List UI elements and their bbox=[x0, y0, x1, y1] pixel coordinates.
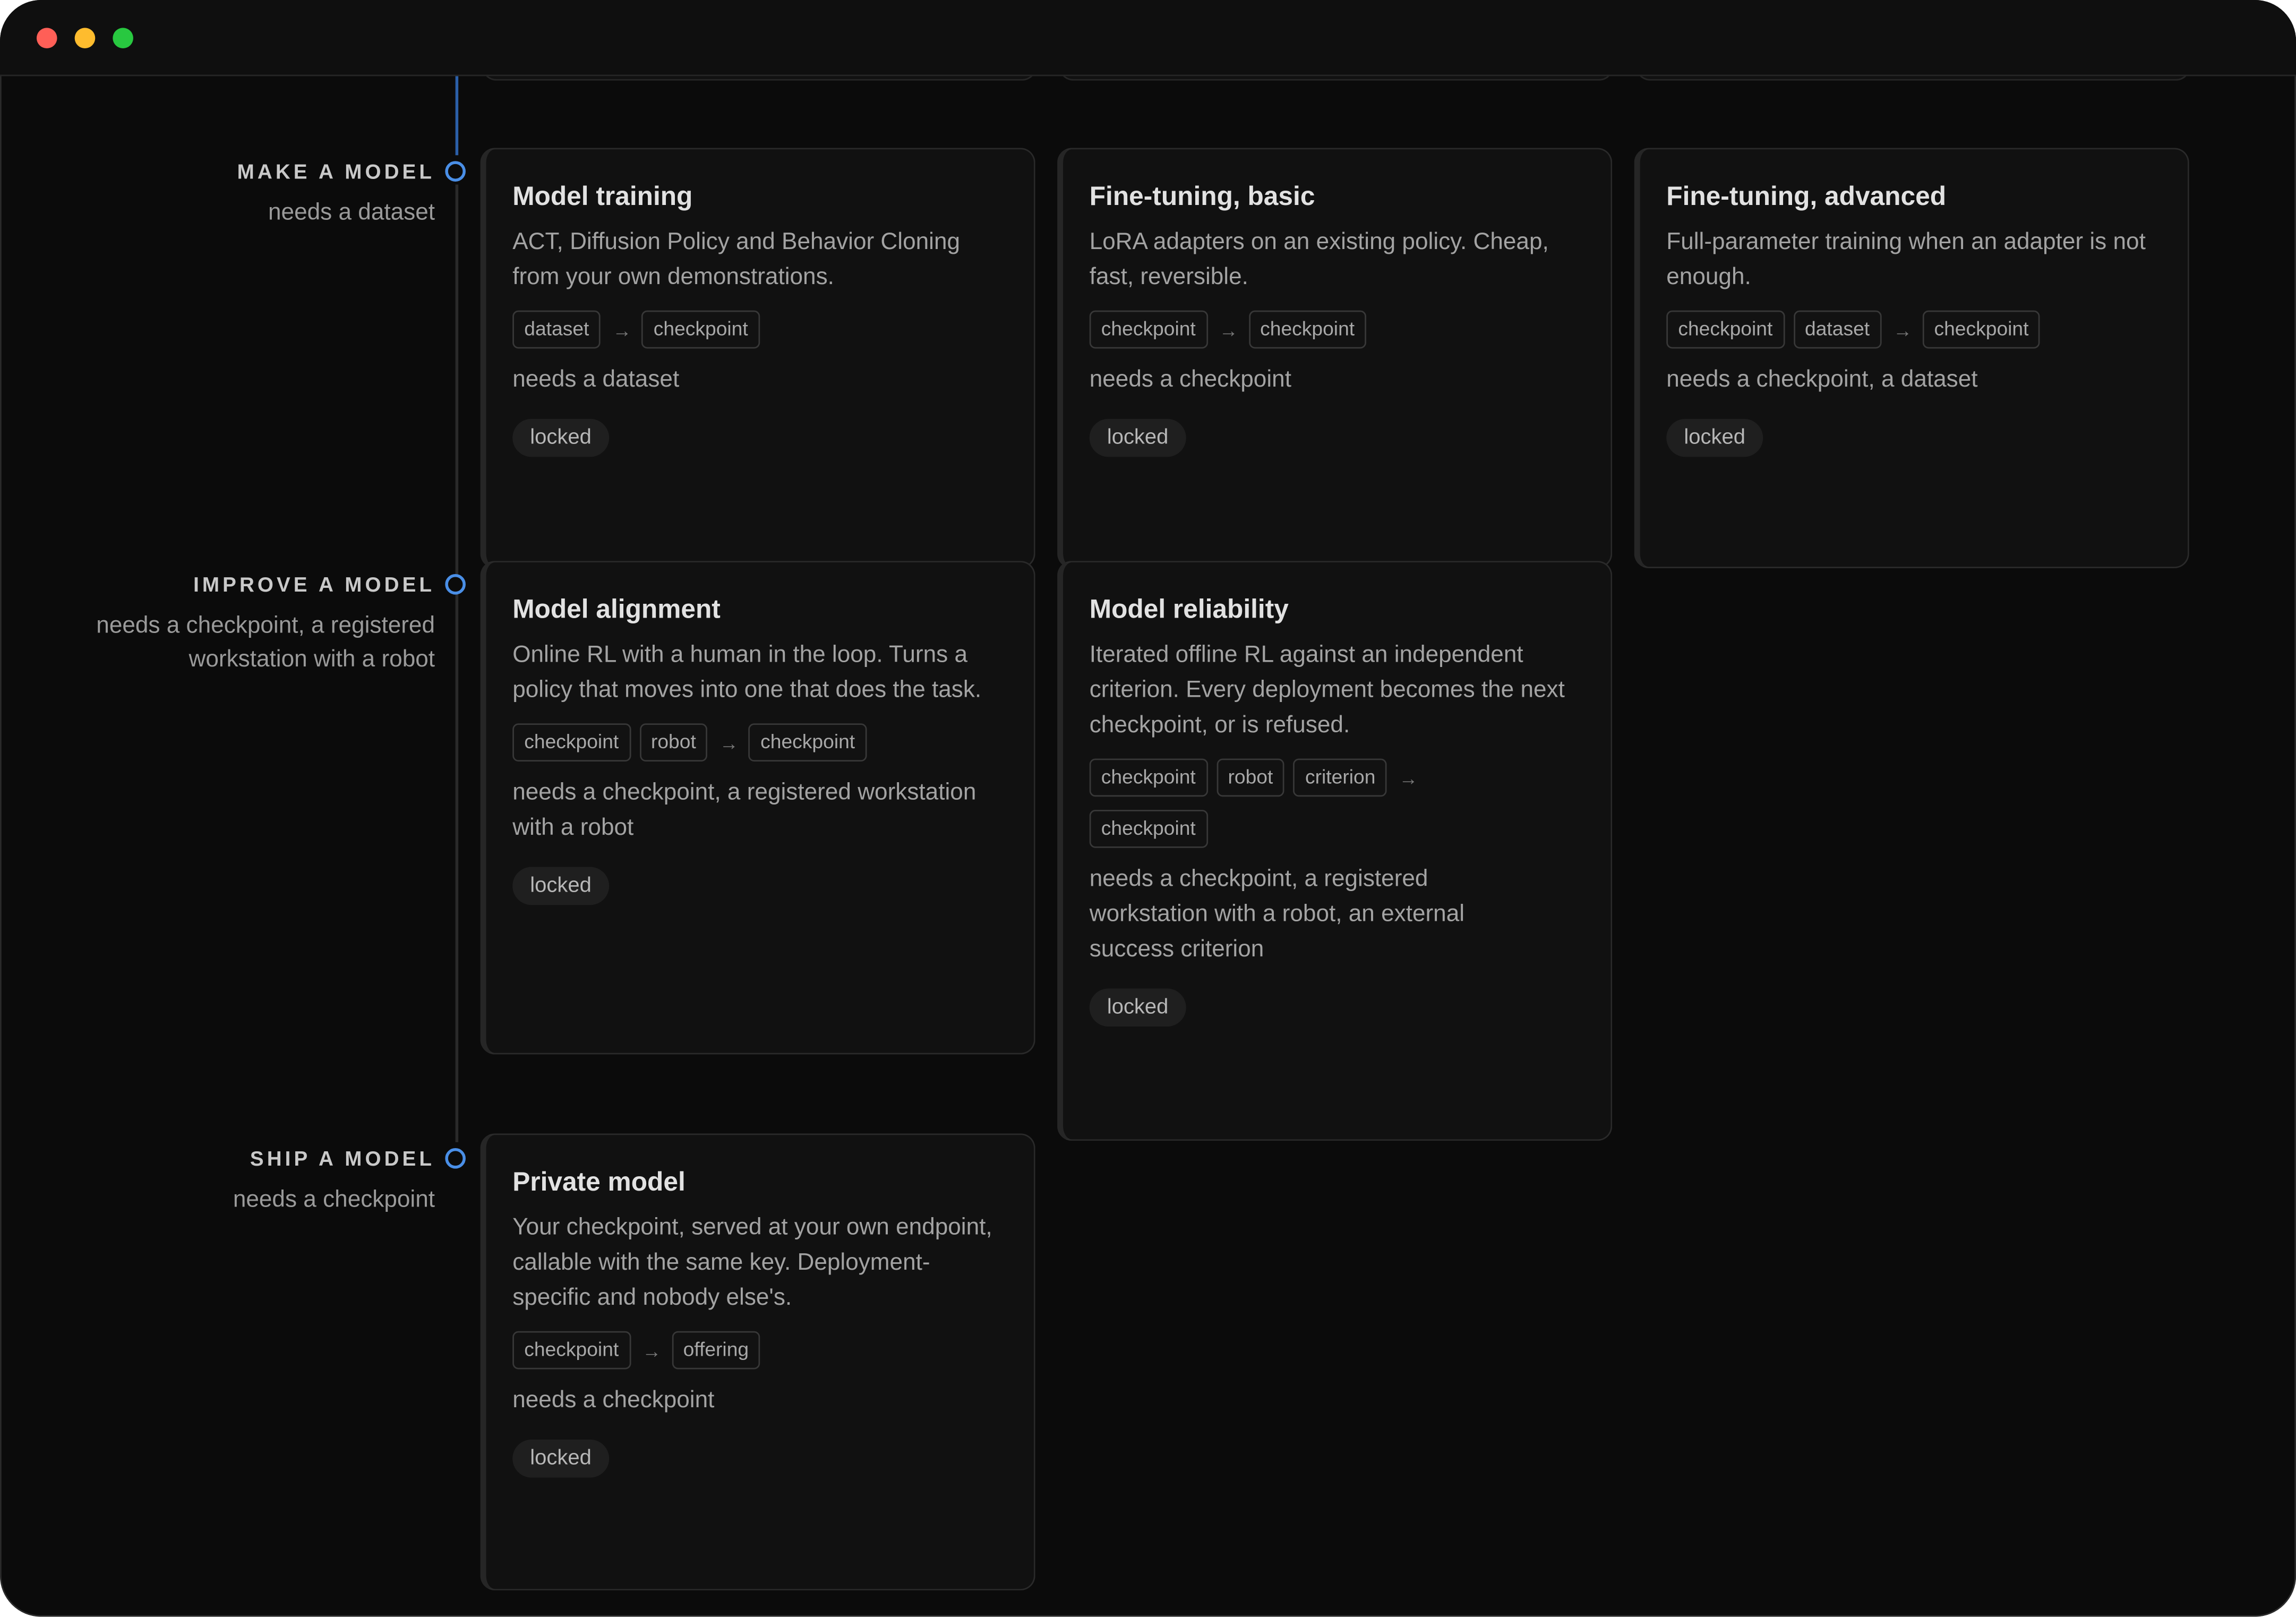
output-chip: checkpoint bbox=[749, 723, 867, 762]
requirements-text: needs a checkpoint, a dataset bbox=[1666, 367, 1978, 393]
requirements-text: needs a checkpoint, a registered worksta… bbox=[512, 780, 976, 841]
io-flow: checkpoint dataset → checkpoint bbox=[1666, 310, 2161, 349]
section-node-icon bbox=[445, 574, 466, 595]
card-description: Your checkpoint, served at your own endp… bbox=[512, 1215, 992, 1311]
io-flow: checkpoint robot criterion → checkpoint bbox=[1089, 758, 1470, 848]
card-fine-tuning-advanced[interactable]: Fine-tuning, advanced Full-parameter tra… bbox=[1634, 148, 2189, 568]
arrow-right-icon: → bbox=[612, 318, 632, 341]
input-chip: criterion bbox=[1293, 758, 1387, 797]
window-zoom-button[interactable] bbox=[113, 28, 133, 49]
timeline-rail bbox=[455, 184, 459, 1143]
requirements-text: needs a dataset bbox=[512, 367, 680, 393]
status-badge: locked bbox=[1089, 418, 1186, 457]
card-description: Full-parameter training when an adapter … bbox=[1666, 229, 2146, 290]
output-chip: checkpoint bbox=[1922, 310, 2041, 349]
card-description: Iterated offline RL against an independe… bbox=[1089, 643, 1565, 738]
output-chip: checkpoint bbox=[1248, 310, 1367, 349]
section-subtitle-make: needs a dataset bbox=[268, 200, 435, 226]
card-title: Fine-tuning, basic bbox=[1089, 181, 1315, 211]
input-chip: checkpoint bbox=[1666, 310, 1785, 349]
input-chip: robot bbox=[1216, 758, 1285, 797]
section-title-ship: SHIP A MODEL bbox=[250, 1147, 435, 1170]
input-chip: robot bbox=[639, 723, 708, 762]
status-badge: locked bbox=[512, 1439, 609, 1478]
output-chip: checkpoint bbox=[1089, 810, 1207, 848]
requirements-text: needs a checkpoint bbox=[1089, 367, 1291, 393]
section-subtitle-ship: needs a checkpoint bbox=[233, 1187, 435, 1213]
card-private-model[interactable]: Private model Your checkpoint, served at… bbox=[480, 1133, 1035, 1590]
card-model-training[interactable]: Model training ACT, Diffusion Policy and… bbox=[480, 148, 1035, 568]
timeline-rail-active bbox=[455, 76, 459, 156]
output-chip: offering bbox=[671, 1331, 761, 1370]
requirements-text: needs a checkpoint, a registered worksta… bbox=[1089, 867, 1465, 962]
io-flow: checkpoint robot → checkpoint bbox=[512, 723, 1007, 762]
section-title-make: MAKE A MODEL bbox=[237, 159, 435, 183]
arrow-right-icon: → bbox=[1893, 318, 1913, 341]
card-description: LoRA adapters on an existing policy. Che… bbox=[1089, 229, 1549, 290]
window-minimize-button[interactable] bbox=[74, 28, 96, 49]
card-title: Model reliability bbox=[1089, 594, 1289, 624]
input-chip: checkpoint bbox=[512, 723, 631, 762]
arrow-right-icon: → bbox=[642, 1339, 662, 1362]
card-model-reliability[interactable]: Model reliability Iterated offline RL ag… bbox=[1057, 561, 1613, 1141]
card-model-alignment[interactable]: Model alignment Online RL with a human i… bbox=[480, 561, 1035, 1055]
requirements-text: needs a checkpoint bbox=[512, 1388, 715, 1414]
arrow-right-icon: → bbox=[719, 731, 739, 754]
previous-card-edge bbox=[1058, 76, 1614, 81]
arrow-right-icon: → bbox=[1219, 318, 1238, 341]
input-chip: dataset bbox=[1793, 310, 1882, 349]
section-node-icon bbox=[445, 161, 466, 182]
card-fine-tuning-basic[interactable]: Fine-tuning, basic LoRA adapters on an e… bbox=[1057, 148, 1613, 568]
input-chip: dataset bbox=[512, 310, 601, 349]
arrow-right-icon: → bbox=[1399, 766, 1418, 789]
window-close-button[interactable] bbox=[36, 28, 57, 49]
section-subtitle-improve: needs a checkpoint, a registered worksta… bbox=[96, 613, 435, 672]
status-badge: locked bbox=[512, 418, 609, 457]
input-chip: checkpoint bbox=[1089, 310, 1207, 349]
section-node-icon bbox=[445, 1148, 466, 1169]
input-chip: checkpoint bbox=[512, 1331, 631, 1370]
app-window: MAKE A MODEL needs a dataset Model train… bbox=[0, 0, 2296, 1617]
card-title: Model training bbox=[512, 181, 693, 211]
io-flow: dataset → checkpoint bbox=[512, 310, 1007, 349]
input-chip: checkpoint bbox=[1089, 758, 1207, 797]
section-title-improve: IMPROVE A MODEL bbox=[193, 572, 435, 596]
title-bar bbox=[0, 0, 2296, 76]
previous-card-edge bbox=[482, 76, 1037, 81]
io-flow: checkpoint → checkpoint bbox=[1089, 310, 1584, 349]
previous-card-edge bbox=[1635, 76, 2191, 81]
capability-map: MAKE A MODEL needs a dataset Model train… bbox=[0, 76, 2296, 1616]
card-title: Fine-tuning, advanced bbox=[1666, 181, 1947, 211]
card-description: ACT, Diffusion Policy and Behavior Cloni… bbox=[512, 229, 961, 290]
status-badge: locked bbox=[1666, 418, 1763, 457]
card-title: Private model bbox=[512, 1167, 686, 1197]
status-badge: locked bbox=[512, 867, 609, 905]
status-badge: locked bbox=[1089, 988, 1186, 1027]
io-flow: checkpoint → offering bbox=[512, 1331, 1007, 1370]
card-description: Online RL with a human in the loop. Turn… bbox=[512, 643, 982, 703]
output-chip: checkpoint bbox=[641, 310, 760, 349]
card-title: Model alignment bbox=[512, 594, 721, 624]
